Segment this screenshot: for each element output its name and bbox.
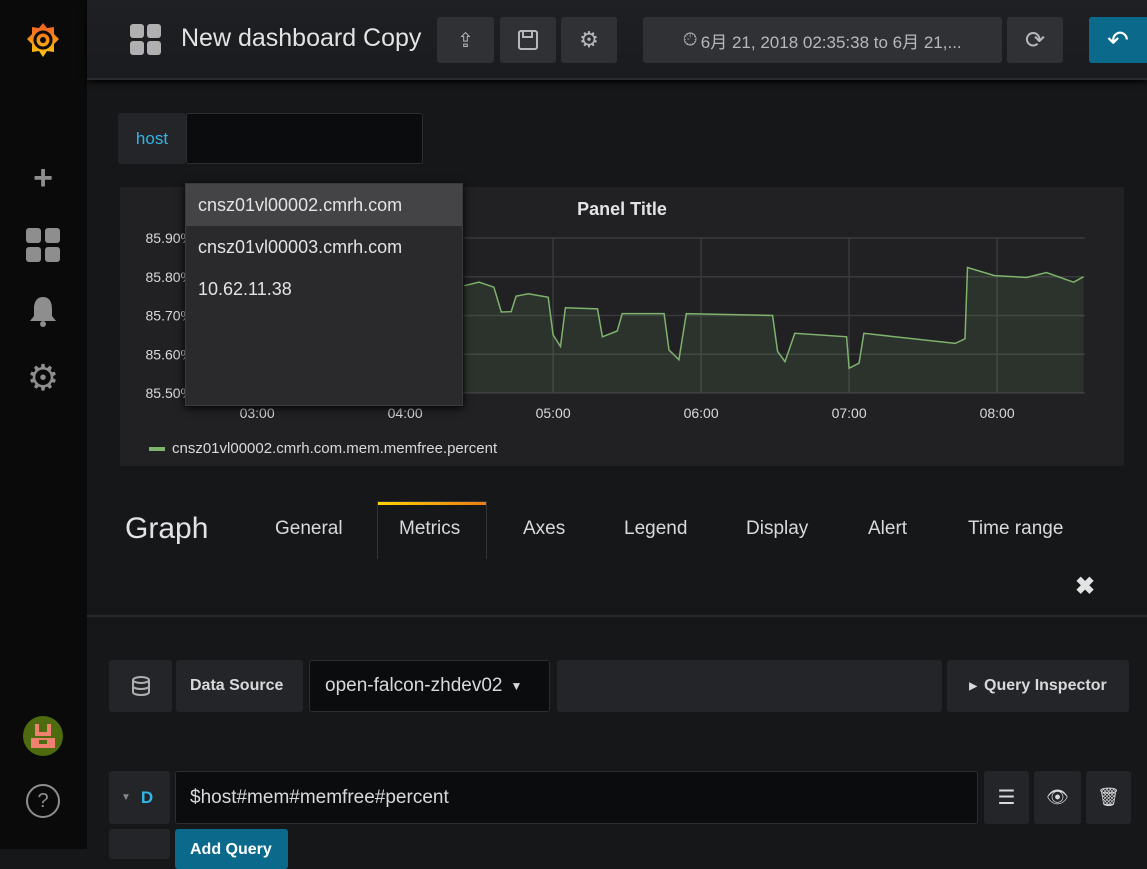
delete-button[interactable]: 🗑︎ xyxy=(1086,771,1131,824)
settings-button[interactable]: ⚙ xyxy=(561,17,617,63)
refresh-icon: ⟳ xyxy=(1024,26,1046,54)
query-input[interactable]: $host#mem#memfree#percent xyxy=(175,771,978,824)
tab-general[interactable]: General xyxy=(275,518,343,540)
add-query-button[interactable]: Add Query xyxy=(175,829,288,869)
host-dropdown-menu: cnsz01vl00002.cmrh.com cnsz01vl00003.cmr… xyxy=(185,183,463,406)
share-button[interactable]: ⇪ xyxy=(437,17,494,63)
query-inspector-button[interactable]: ▶ Query Inspector xyxy=(947,660,1129,712)
close-icon[interactable]: ✖ xyxy=(1075,572,1095,601)
legend-label: cnsz01vl00002.cmrh.com.mem.memfree.perce… xyxy=(172,440,498,457)
editor-title: Graph xyxy=(125,512,209,545)
hamburger-icon: ☰ xyxy=(997,787,1016,809)
query-row-header[interactable]: ▼ D xyxy=(109,771,170,824)
dropdown-option[interactable]: 10.62.11.38 xyxy=(186,268,462,310)
help-icon[interactable]: ? xyxy=(23,781,63,821)
tab-metrics[interactable]: Metrics xyxy=(399,518,460,540)
host-variable-input[interactable] xyxy=(186,113,423,164)
variable-label: host xyxy=(118,113,186,164)
database-icon xyxy=(109,660,172,712)
caret-down-icon: ▼ xyxy=(121,792,131,803)
share-icon: ⇪ xyxy=(457,29,474,52)
plus-icon[interactable]: + xyxy=(23,158,63,198)
save-button[interactable] xyxy=(500,17,556,63)
add-row-header xyxy=(109,829,170,859)
datasource-select[interactable]: open-falcon-zhdev02 ▼ xyxy=(309,660,550,712)
back-button[interactable]: ↶ xyxy=(1089,17,1147,63)
dropdown-option[interactable]: cnsz01vl00002.cmrh.com xyxy=(186,184,462,226)
caret-down-icon: ▼ xyxy=(510,679,523,693)
divider xyxy=(87,615,1147,617)
dashboards-icon xyxy=(130,24,162,61)
tab-display[interactable]: Display xyxy=(746,518,808,540)
bell-icon[interactable] xyxy=(23,291,63,331)
series-area-fill xyxy=(464,267,1084,393)
dashboard-title[interactable]: New dashboard Copy xyxy=(181,24,421,53)
datasource-value: open-falcon-zhdev02 xyxy=(325,675,503,696)
refresh-button[interactable]: ⟳ xyxy=(1007,17,1063,63)
query-ref-id: D xyxy=(140,787,154,807)
legend-item[interactable]: cnsz01vl00002.cmrh.com.mem.memfree.perce… xyxy=(149,440,497,457)
eye-icon: 👁︎ xyxy=(1046,787,1069,807)
clock-icon: 🕘︎ xyxy=(683,30,697,49)
top-navbar: New dashboard Copy ⇪ ⚙ 🕘︎ 6月 21, 2018 02:… xyxy=(87,0,1147,80)
x-tick-label: 05:00 xyxy=(536,405,571,421)
menu-button[interactable]: ☰ xyxy=(984,771,1029,824)
grafana-logo-icon[interactable] xyxy=(23,20,63,60)
save-icon xyxy=(518,30,538,50)
x-tick-label: 06:00 xyxy=(684,405,719,421)
time-picker[interactable]: 🕘︎ 6月 21, 2018 02:35:38 to 6月 21,... xyxy=(643,17,1002,63)
toggle-visibility-button[interactable]: 👁︎ xyxy=(1034,771,1081,824)
dashboards-icon[interactable] xyxy=(23,225,63,265)
x-tick-label: 03:00 xyxy=(240,405,275,421)
filler xyxy=(557,660,942,712)
tab-legend[interactable]: Legend xyxy=(624,518,687,540)
x-tick-label: 04:00 xyxy=(388,405,423,421)
datasource-label: Data Source xyxy=(176,660,303,712)
dropdown-option[interactable]: cnsz01vl00003.cmrh.com xyxy=(186,226,462,268)
sidebar: + ⚙ ? xyxy=(0,0,87,849)
legend-color-swatch xyxy=(149,446,165,451)
gear-icon: ⚙ xyxy=(579,27,599,52)
trash-icon: 🗑︎ xyxy=(1097,787,1120,807)
tab-axes[interactable]: Axes xyxy=(523,518,565,540)
tab-time-range[interactable]: Time range xyxy=(968,518,1063,540)
avatar[interactable] xyxy=(23,716,63,756)
x-tick-label: 07:00 xyxy=(832,405,867,421)
tab-alert[interactable]: Alert xyxy=(868,518,907,540)
caret-right-icon: ▶ xyxy=(969,680,977,692)
x-tick-label: 08:00 xyxy=(980,405,1015,421)
gear-icon[interactable]: ⚙ xyxy=(23,357,63,398)
back-icon: ↶ xyxy=(1107,24,1129,55)
